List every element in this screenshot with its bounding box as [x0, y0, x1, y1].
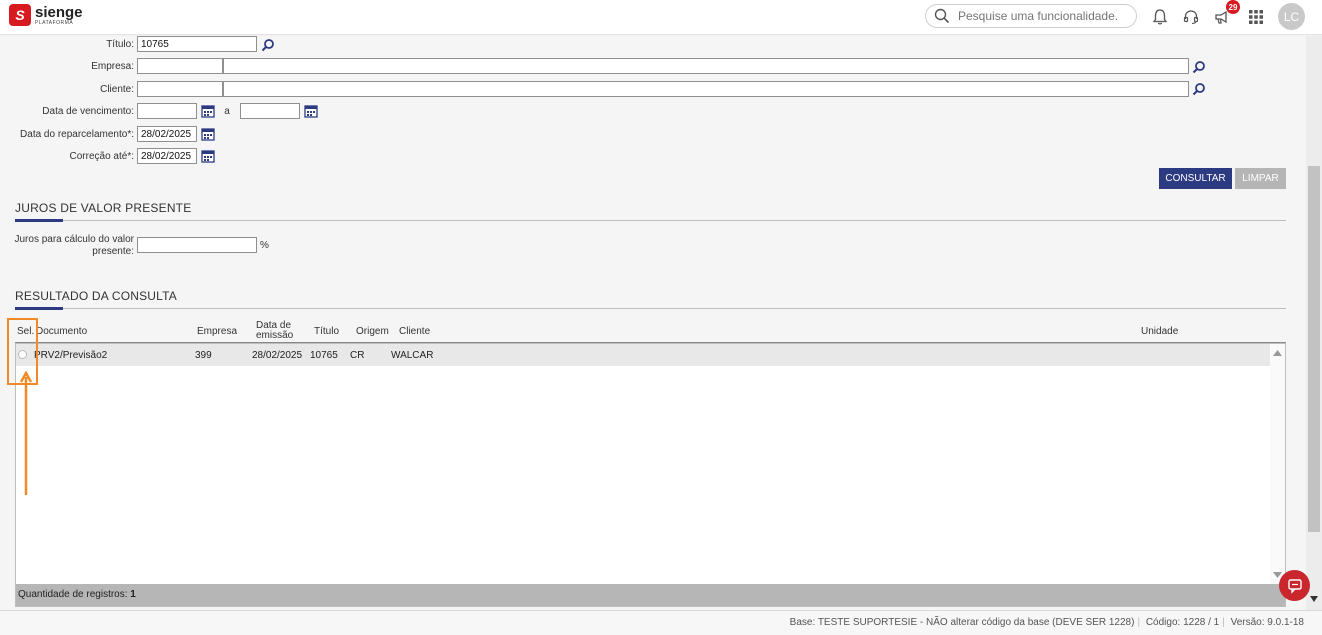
header-data-line2: emissão [256, 330, 294, 341]
vencimento-separator: a [224, 106, 230, 117]
resultado-section-accent [15, 307, 63, 310]
cliente-search-icon[interactable] [1192, 82, 1206, 96]
empresa-code-input[interactable] [137, 58, 223, 74]
bell-icon[interactable] [1151, 8, 1169, 26]
empresa-name-input[interactable] [223, 58, 1189, 74]
cell-documento: PRV2/Previsão2 [34, 350, 108, 361]
calendar-icon[interactable] [201, 127, 215, 141]
scroll-up-icon[interactable] [1273, 350, 1282, 356]
top-bar: S sienge PLATAFORMA 29 LC [0, 0, 1322, 35]
search-input[interactable] [956, 8, 1131, 24]
records-count-bar: Quantidade de registros: 1 [16, 584, 1285, 606]
notification-badge: 29 [1226, 0, 1240, 14]
juros-input[interactable] [137, 237, 257, 253]
header-origem[interactable]: Origem [356, 326, 389, 337]
records-count-label: Quantidade de registros: [18, 589, 128, 600]
status-base: Base: TESTE SUPORTESIE - NÃO alterar cód… [789, 617, 1135, 628]
juros-section-divider [15, 220, 1286, 221]
cell-origem: CR [350, 350, 365, 361]
correcao-input[interactable] [137, 148, 197, 164]
headset-icon[interactable] [1182, 8, 1200, 26]
header-unidade[interactable]: Unidade [1141, 326, 1178, 337]
page-scrollbar-thumb[interactable] [1308, 166, 1320, 532]
cliente-code-input[interactable] [137, 81, 223, 97]
cell-titulo: 10765 [310, 350, 338, 361]
header-titulo[interactable]: Título [314, 326, 339, 337]
sienge-logo[interactable]: S sienge PLATAFORMA [9, 4, 83, 26]
header-documento[interactable]: Documento [36, 326, 87, 337]
juros-unit: % [260, 240, 269, 251]
vencimento-from-input[interactable] [137, 103, 197, 119]
results-table: PRV2/Previsão2 399 28/02/2025 10765 CR W… [15, 343, 1286, 607]
empresa-label: Empresa: [91, 61, 134, 72]
juros-section-accent [15, 219, 63, 222]
vencimento-label: Data de vencimento: [42, 106, 134, 117]
records-count-value: 1 [130, 589, 136, 600]
reparcelamento-label: Data do reparcelamento*: [20, 129, 134, 140]
resultado-section-divider [15, 308, 1286, 309]
table-row[interactable]: PRV2/Previsão2 399 28/02/2025 10765 CR W… [16, 344, 1270, 366]
reparcelamento-input[interactable] [137, 126, 197, 142]
calendar-icon[interactable] [201, 104, 215, 118]
titulo-label: Título: [106, 39, 134, 50]
cliente-label: Cliente: [100, 84, 134, 95]
page-scrollbar[interactable] [1306, 36, 1322, 610]
cell-cliente: WALCAR [391, 350, 434, 361]
apps-grid-icon[interactable] [1247, 8, 1265, 26]
header-empresa[interactable]: Empresa [197, 326, 237, 337]
status-bar: Base: TESTE SUPORTESIE - NÃO alterar cód… [0, 610, 1322, 635]
table-scrollbar[interactable] [1270, 344, 1285, 584]
search-icon [934, 8, 950, 24]
brand-name: sienge [35, 3, 83, 21]
global-search[interactable] [925, 4, 1137, 28]
header-data-emissao[interactable]: Data de emissão [256, 321, 293, 341]
juros-label-line1: Juros para cálculo do valor [14, 234, 134, 245]
cell-data: 28/02/2025 [252, 350, 303, 361]
juros-section-title: JUROS DE VALOR PRESENTE [15, 201, 192, 215]
juros-label-line2: presente: [92, 246, 134, 257]
user-avatar[interactable]: LC [1278, 3, 1305, 30]
chat-icon [1287, 578, 1302, 594]
sienge-logo-icon: S [9, 4, 31, 26]
juros-label: Juros para cálculo do valor presente: [0, 234, 134, 258]
limpar-button[interactable]: LIMPAR [1235, 168, 1286, 189]
vencimento-to-input[interactable] [240, 103, 300, 119]
titulo-search-icon[interactable] [261, 38, 275, 52]
status-versao: Versão: 9.0.1-18 [1230, 617, 1304, 628]
calendar-icon[interactable] [201, 149, 215, 163]
resultado-section-title: RESULTADO DA CONSULTA [15, 289, 178, 303]
empresa-search-icon[interactable] [1192, 60, 1206, 74]
status-codigo: Código: 1228 / 1 [1145, 617, 1220, 628]
titulo-input[interactable] [137, 36, 257, 52]
header-cliente[interactable]: Cliente [399, 326, 430, 337]
consultar-button[interactable]: CONSULTAR [1159, 168, 1232, 189]
calendar-icon[interactable] [304, 104, 318, 118]
annotation-arrow-icon [20, 371, 32, 495]
page-scroll-down-icon[interactable] [1310, 596, 1318, 602]
brand-sub: PLATAFORMA [35, 19, 74, 26]
cell-empresa: 399 [195, 350, 212, 361]
chat-button[interactable] [1279, 570, 1310, 601]
correcao-label: Correção até*: [69, 151, 134, 162]
cliente-name-input[interactable] [223, 81, 1189, 97]
